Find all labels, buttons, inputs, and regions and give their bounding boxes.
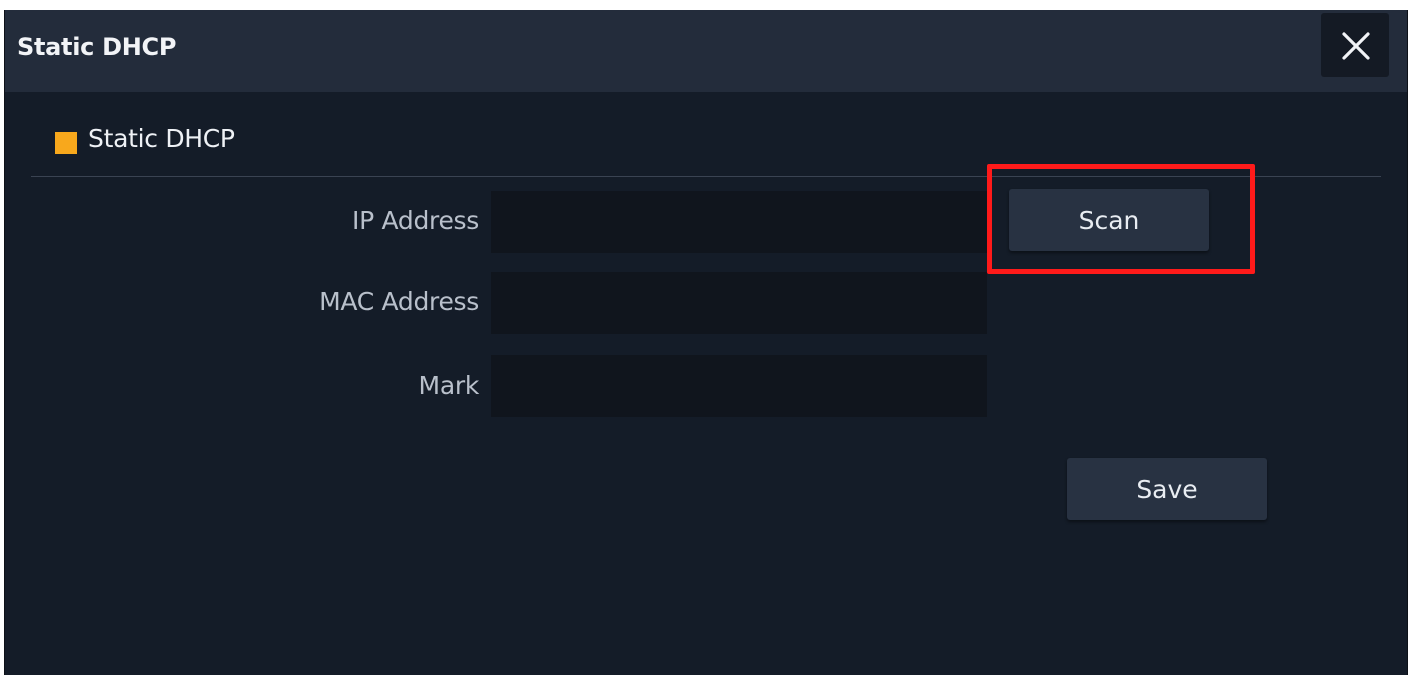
ip-address-label: IP Address (352, 206, 479, 235)
section-title: Static DHCP (88, 124, 235, 153)
ip-address-input[interactable] (491, 191, 987, 253)
mark-input[interactable] (491, 355, 987, 417)
mac-address-input[interactable] (491, 272, 987, 334)
section-divider (31, 176, 1381, 177)
dialog-titlebar: Static DHCP (5, 10, 1407, 92)
dialog-title: Static DHCP (17, 33, 177, 61)
mark-label: Mark (418, 371, 480, 400)
close-button[interactable] (1321, 13, 1389, 77)
save-button[interactable]: Save (1067, 458, 1267, 520)
close-icon (1342, 32, 1370, 60)
static-dhcp-dialog: Static DHCP Static DHCP IP Address Scan … (4, 10, 1408, 675)
scan-button[interactable]: Scan (1009, 189, 1209, 251)
section-marker-icon (55, 132, 77, 154)
mac-address-label: MAC Address (319, 287, 479, 316)
